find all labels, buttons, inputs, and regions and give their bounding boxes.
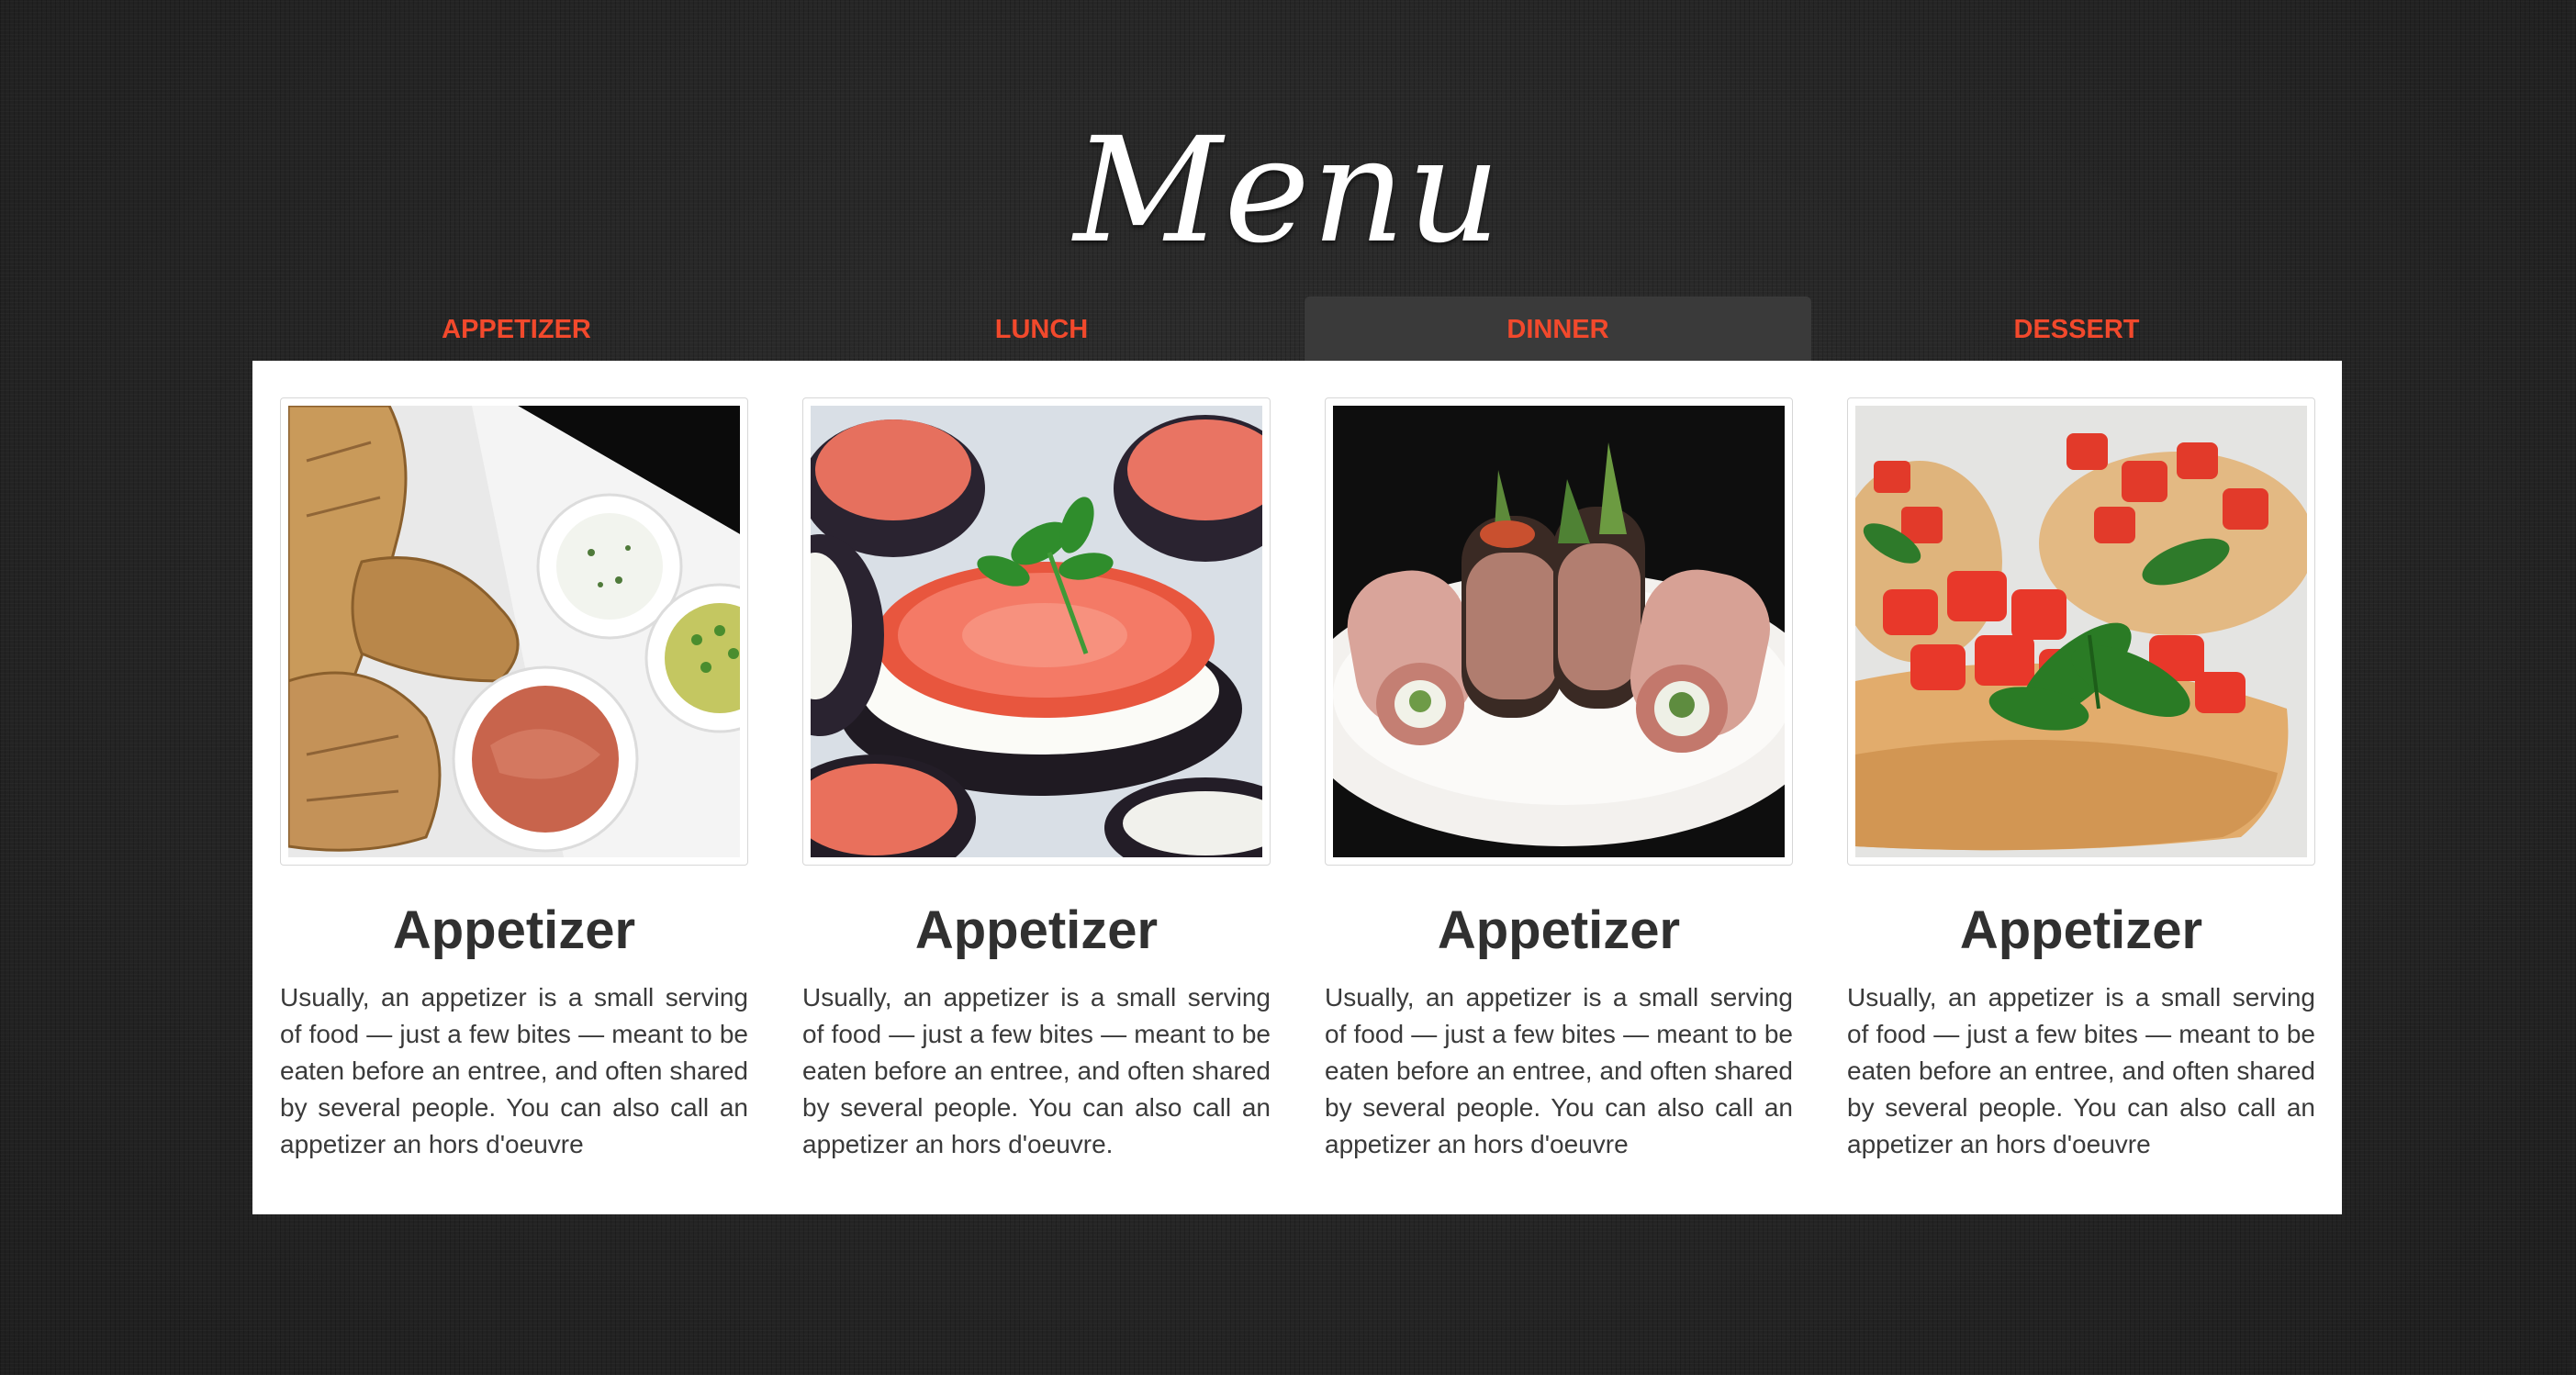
bruschetta-photo xyxy=(1847,397,2315,866)
menu-card: Appetizer Usually, an appetizer is a sma… xyxy=(1847,397,2315,1163)
meat-rolls-image xyxy=(1333,406,1785,857)
tab-dessert[interactable]: DESSERT xyxy=(1811,296,2342,361)
tab-dinner[interactable]: DINNER xyxy=(1305,296,1811,361)
card-title: Appetizer xyxy=(392,900,636,960)
menu-card: Appetizer Usually, an appetizer is a sma… xyxy=(280,397,748,1163)
tab-lunch[interactable]: LUNCH xyxy=(780,296,1303,361)
bread-and-dips-image xyxy=(288,406,740,857)
menu-panel: Appetizer Usually, an appetizer is a sma… xyxy=(252,361,2342,1214)
eggplant-tomato-bites-photo xyxy=(802,397,1271,866)
card-title: Appetizer xyxy=(1959,900,2203,960)
eggplant-tomato-image xyxy=(811,406,1262,857)
card-description: Usually, an appetizer is a small serving… xyxy=(280,983,748,1158)
card-description: Usually, an appetizer is a small serving… xyxy=(802,983,1271,1158)
card-title: Appetizer xyxy=(1437,900,1681,960)
bread-and-dips-photo xyxy=(280,397,748,866)
page-title: Menu xyxy=(1073,106,1503,275)
tab-appetizer[interactable]: APPETIZER xyxy=(252,296,780,361)
card-description: Usually, an appetizer is a small serving… xyxy=(1847,983,2315,1158)
meat-rolls-plate-photo xyxy=(1325,397,1793,866)
menu-card: Appetizer Usually, an appetizer is a sma… xyxy=(802,397,1271,1163)
menu-tabs: APPETIZER LUNCH DINNER DESSERT xyxy=(252,296,2342,361)
card-title: Appetizer xyxy=(914,900,1159,960)
card-description: Usually, an appetizer is a small serving… xyxy=(1325,983,1793,1158)
menu-card: Appetizer Usually, an appetizer is a sma… xyxy=(1325,397,1793,1163)
bruschetta-image xyxy=(1855,406,2307,857)
